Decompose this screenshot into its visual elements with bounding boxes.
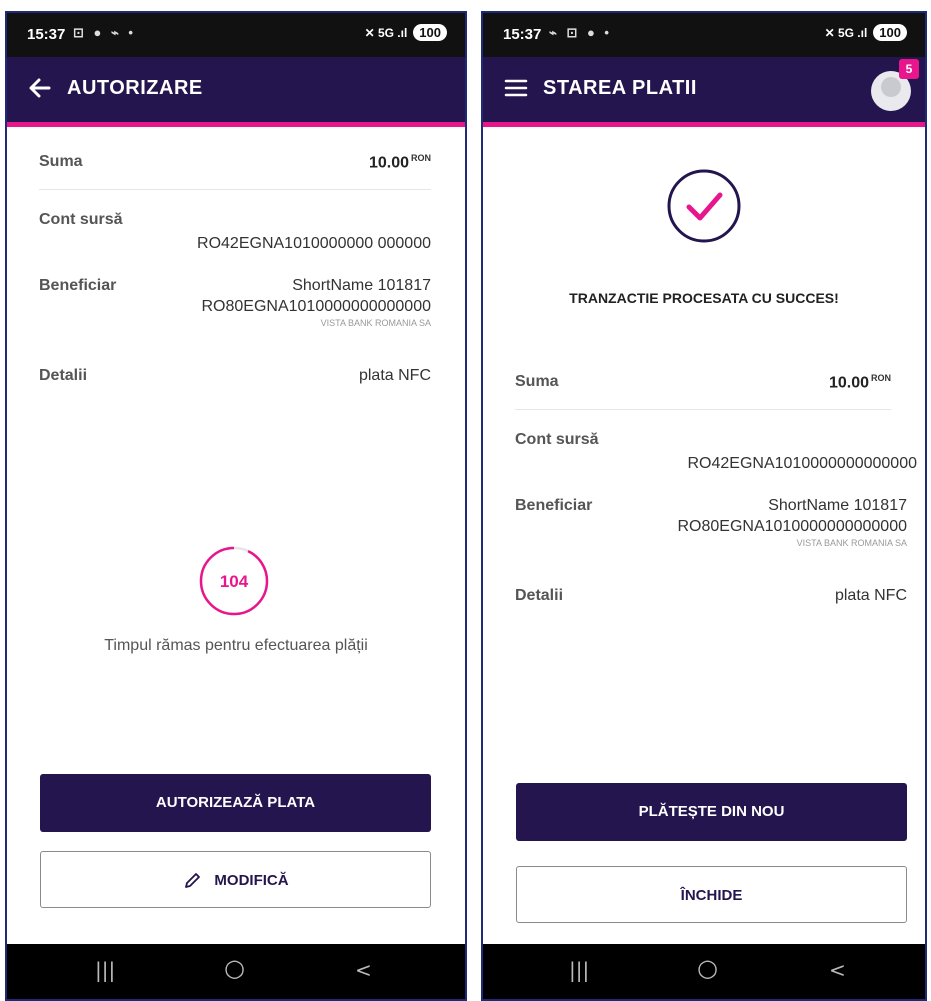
details-value: plata NFC xyxy=(358,367,431,384)
beneficiary-value: ShortName 101817 RO80EGNA101000000000000… xyxy=(201,277,431,328)
back-arrow-icon[interactable] xyxy=(27,75,53,101)
amount-value: 10.00 RON xyxy=(829,373,891,392)
success-check-icon xyxy=(667,169,741,243)
status-bar: 15:37 ⊡ ● ⌁ • ✕ 5G .ıl 100 xyxy=(7,13,465,57)
success-message: TRANZACTIE PROCESATA CU SUCCES! xyxy=(569,290,839,306)
beneficiary-iban: RO80EGNA1010000000000000 xyxy=(677,518,907,535)
app-bar: AUTORIZARE xyxy=(7,57,465,127)
pay-again-button[interactable]: PLĂTEȘTE DIN NOU xyxy=(516,783,907,841)
recents-icon[interactable]: ||| xyxy=(569,958,589,982)
signal-icon: ✕ 5G .ıl xyxy=(824,25,868,40)
beneficiary-value: ShortName 101817 RO80EGNA101000000000000… xyxy=(677,497,907,548)
notification-icons: ⊡ ● ⌁ • xyxy=(73,25,136,40)
beneficiary-name: ShortName 101817 xyxy=(768,497,907,514)
payment-status-screen: 15:37 ⌁ ⊡ ● • ✕ 5G .ıl 100 STAREA PLATII… xyxy=(481,11,927,1001)
beneficiary-label: Beneficiar xyxy=(515,497,593,514)
amount-label: Suma xyxy=(39,153,83,170)
currency: RON xyxy=(871,373,891,383)
beneficiary-name: ShortName 101817 xyxy=(292,277,431,294)
menu-icon[interactable] xyxy=(503,75,529,101)
signal-icon: ✕ 5G .ıl xyxy=(364,25,408,40)
details-label: Detalii xyxy=(515,587,564,604)
pencil-icon xyxy=(185,873,201,888)
source-account-value: RO42EGNA1010000000 000000 xyxy=(197,235,431,252)
source-account-value: RO42EGNA1010000000000000 xyxy=(687,455,917,472)
home-icon[interactable]: ○ xyxy=(697,954,718,982)
modify-label: MODIFICĂ xyxy=(214,872,289,889)
battery-icon: 100 xyxy=(873,24,907,41)
authorize-payment-button[interactable]: AUTORIZEAZĂ PLATA xyxy=(40,774,431,832)
close-button[interactable]: ÎNCHIDE xyxy=(516,866,907,923)
screen: 15:37 ⌁ ⊡ ● • ✕ 5G .ıl 100 STAREA PLATII… xyxy=(483,13,925,999)
timer-caption: Timpul rămas pentru efectuarea plății xyxy=(104,637,368,654)
page-title: AUTORIZARE xyxy=(67,77,203,99)
notification-icons: ⌁ ⊡ ● • xyxy=(549,25,612,40)
back-icon[interactable]: < xyxy=(355,958,372,982)
amount-value: 10.00 RON xyxy=(369,153,431,172)
system-icons: ✕ 5G .ıl 100 xyxy=(365,24,447,41)
divider xyxy=(39,189,431,190)
beneficiary-iban: RO80EGNA1010000000000000 xyxy=(201,298,431,315)
status-time: 15:37 xyxy=(503,26,542,43)
notification-badge: 5 xyxy=(899,59,919,79)
beneficiary-label: Beneficiar xyxy=(39,277,117,294)
page-title: STAREA PLATII xyxy=(543,77,697,99)
currency: RON xyxy=(411,153,431,163)
system-icons: ✕ 5G .ıl 100 xyxy=(825,24,907,41)
status-bar: 15:37 ⌁ ⊡ ● • ✕ 5G .ıl 100 xyxy=(483,13,925,57)
divider xyxy=(515,409,891,410)
source-account-label: Cont sursă xyxy=(39,211,123,228)
system-nav-bar: ||| ○ < xyxy=(483,944,925,999)
home-icon[interactable]: ○ xyxy=(224,954,245,982)
timer-value: 104 xyxy=(220,572,249,591)
amount-number: 10.00 xyxy=(828,374,869,392)
details-value: plata NFC xyxy=(834,587,907,604)
countdown-timer: 104 xyxy=(199,546,269,616)
app-bar: STAREA PLATII 5 xyxy=(483,57,925,127)
status-time: 15:37 xyxy=(27,26,66,43)
system-nav-bar: ||| ○ < xyxy=(7,944,465,999)
recents-icon[interactable]: ||| xyxy=(95,958,115,982)
beneficiary-bank: VISTA BANK ROMANIA SA xyxy=(796,538,907,548)
amount-label: Suma xyxy=(515,373,559,390)
back-icon[interactable]: < xyxy=(829,958,846,982)
amount-number: 10.00 xyxy=(368,154,409,172)
battery-icon: 100 xyxy=(413,24,447,41)
modify-button[interactable]: MODIFICĂ xyxy=(40,851,431,908)
screen: 15:37 ⊡ ● ⌁ • ✕ 5G .ıl 100 AUTORIZARE Su… xyxy=(7,13,465,999)
details-label: Detalii xyxy=(39,367,88,384)
beneficiary-bank: VISTA BANK ROMANIA SA xyxy=(320,318,431,328)
authorization-screen: 15:37 ⊡ ● ⌁ • ✕ 5G .ıl 100 AUTORIZARE Su… xyxy=(5,11,467,1001)
source-account-label: Cont sursă xyxy=(515,431,599,448)
